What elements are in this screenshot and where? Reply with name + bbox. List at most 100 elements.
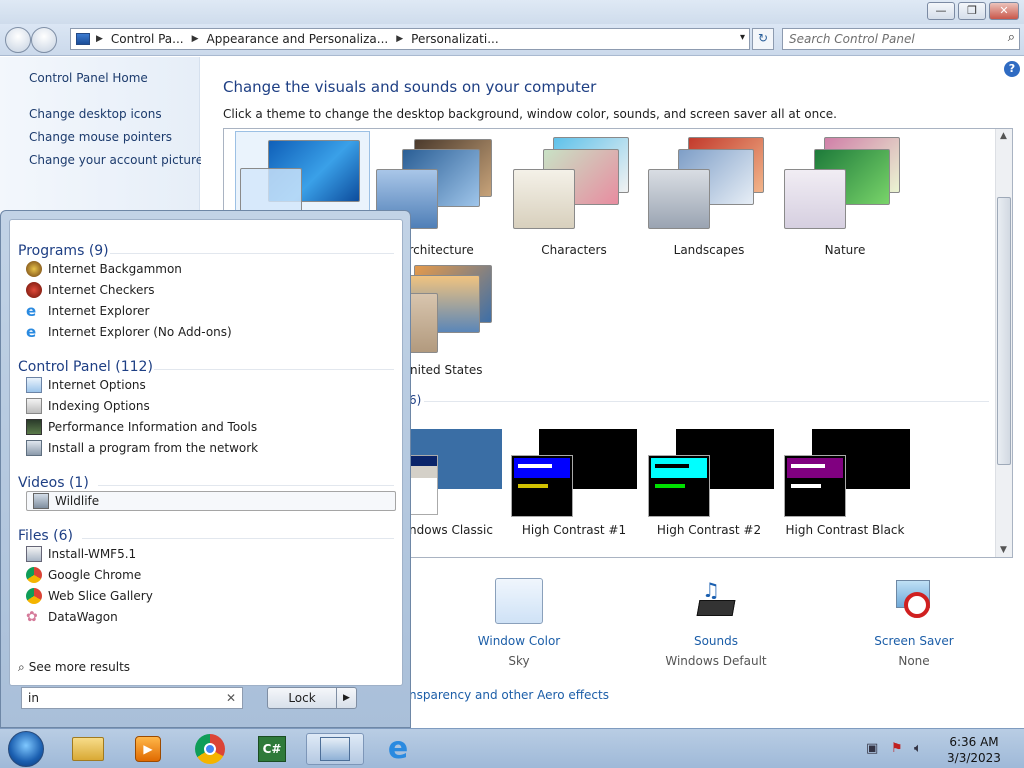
theme-windows-7[interactable] (235, 131, 370, 212)
breadcrumb-control-panel[interactable]: Control Pa... (105, 32, 190, 46)
breadcrumb-chevron-icon[interactable]: ▶ (394, 34, 405, 44)
result-install-wmf[interactable]: Install-WMF5.1 (26, 544, 396, 564)
text-swatch (518, 484, 548, 488)
result-wildlife[interactable]: Wildlife (26, 491, 396, 511)
installer-icon (26, 546, 42, 562)
close-button[interactable]: ✕ (989, 2, 1019, 20)
sounds-setting[interactable]: ♫ Sounds Windows Default (641, 578, 791, 668)
internet-explorer-icon: e (26, 323, 37, 341)
result-google-chrome[interactable]: Google Chrome (26, 565, 396, 585)
refresh-button[interactable]: ↻ (752, 28, 774, 50)
programs-header[interactable]: Programs (9) (18, 243, 109, 259)
theme-nature[interactable]: Nature (780, 135, 910, 263)
sounds-label[interactable]: Sounds (641, 634, 791, 648)
change-mouse-pointers-link[interactable]: Change mouse pointers (29, 130, 172, 144)
csharp-icon[interactable]: C# (248, 733, 296, 765)
clear-search-icon[interactable]: ✕ (226, 691, 236, 705)
theme-landscapes[interactable]: Landscapes (644, 135, 774, 263)
internet-explorer-icon[interactable]: e (374, 733, 422, 765)
action-center-flag-icon[interactable]: ⚑ (891, 741, 903, 756)
help-icon[interactable]: ? (1004, 61, 1020, 77)
control-panel-icon[interactable] (306, 733, 364, 765)
result-internet-explorer[interactable]: e Internet Explorer (26, 301, 396, 321)
theme-window-preview (784, 455, 846, 517)
section-divider (110, 253, 394, 254)
breadcrumb-chevron-icon[interactable]: ▶ (190, 34, 201, 44)
change-desktop-icons-link[interactable]: Change desktop icons (29, 107, 162, 121)
sounds-icon: ♫ (692, 578, 740, 624)
title-text-swatch (518, 464, 552, 468)
system-clock[interactable]: 6:36 AM 3/3/2023 (944, 734, 1004, 766)
see-more-results-link[interactable]: ⌕ See more results (18, 660, 130, 675)
control-panel-home-link[interactable]: Control Panel Home (29, 71, 148, 85)
power-options-arrow-icon[interactable]: ▶ (336, 688, 356, 708)
lock-button[interactable]: Lock ▶ (267, 687, 357, 709)
screen-saver-setting[interactable]: Screen Saver None (839, 578, 989, 668)
file-explorer-icon[interactable] (64, 733, 112, 765)
theme-high-contrast-black[interactable]: High Contrast Black (780, 427, 910, 555)
start-search-input[interactable]: in ✕ (21, 687, 243, 709)
internet-explorer-icon: e (26, 302, 37, 320)
result-internet-options[interactable]: Internet Options (26, 375, 396, 395)
forward-button[interactable] (31, 27, 57, 53)
window-color-label[interactable]: Window Color (444, 634, 594, 648)
scroll-down-icon[interactable]: ▼ (1000, 545, 1007, 555)
control-panel-header[interactable]: Control Panel (112) (18, 359, 153, 375)
videos-header[interactable]: Videos (1) (18, 475, 89, 491)
page-title: Change the visuals and sounds on your co… (223, 78, 597, 96)
maximize-button[interactable]: ❐ (958, 2, 986, 20)
result-install-program-network[interactable]: Install a program from the network (26, 438, 396, 458)
result-internet-checkers[interactable]: Internet Checkers (26, 280, 396, 300)
files-header[interactable]: Files (6) (18, 528, 73, 544)
result-datawagon[interactable]: ✿ DataWagon (26, 607, 396, 627)
scroll-thumb[interactable] (997, 197, 1011, 465)
result-label: Install a program from the network (48, 441, 259, 455)
back-button[interactable] (5, 27, 31, 53)
chrome-icon[interactable] (186, 733, 234, 765)
network-icon[interactable]: ▣ (866, 741, 878, 756)
result-label: Internet Backgammon (48, 262, 182, 276)
address-bar[interactable]: ▶ Control Pa... ▶ Appearance and Persona… (70, 28, 750, 50)
start-button[interactable] (8, 731, 44, 767)
scroll-up-icon[interactable]: ▲ (1000, 131, 1007, 141)
taskbar: ▶ C# e ▣ ⚑ 🔈︎ 6:36 AM 3/3/2023 (0, 728, 1024, 768)
title-text-swatch (791, 464, 825, 468)
change-account-picture-link[interactable]: Change your account picture (29, 153, 203, 167)
screen-saver-label[interactable]: Screen Saver (839, 634, 989, 648)
search-results-pane: Programs (9) Internet Backgammon Interne… (9, 219, 403, 686)
search-icon[interactable]: ⌕ (1008, 30, 1015, 45)
clock-date: 3/3/2023 (947, 751, 1001, 765)
breadcrumb-chevron-icon[interactable]: ▶ (94, 34, 105, 44)
result-internet-backgammon[interactable]: Internet Backgammon (26, 259, 396, 279)
window-color-setting[interactable]: Window Color Sky (444, 578, 594, 668)
lock-label[interactable]: Lock (268, 688, 336, 708)
result-label: Web Slice Gallery (48, 589, 153, 603)
result-label: Install-WMF5.1 (48, 547, 137, 561)
address-dropdown-icon[interactable]: ▾ (740, 32, 745, 43)
window-color-icon (495, 578, 543, 624)
result-indexing-options[interactable]: Indexing Options (26, 396, 396, 416)
section-divider (98, 485, 394, 486)
screen-saver-icon (890, 578, 938, 624)
theme-window-preview (513, 169, 575, 229)
video-file-icon (33, 493, 49, 509)
theme-window-preview (648, 455, 710, 517)
theme-list-scrollbar[interactable]: ▲ ▼ (995, 129, 1012, 557)
minimize-button[interactable]: — (927, 2, 955, 20)
theme-high-contrast-1[interactable]: High Contrast #1 (509, 427, 639, 555)
theme-characters[interactable]: Characters (509, 135, 639, 263)
media-player-icon[interactable]: ▶ (124, 733, 172, 765)
title-bar: — ❐ ✕ (0, 0, 1024, 24)
search-input[interactable]: Search Control Panel ⌕ (782, 28, 1020, 50)
theme-high-contrast-2[interactable]: High Contrast #2 (644, 427, 774, 555)
aero-effects-link[interactable]: nsparency and other Aero effects (409, 688, 609, 702)
result-performance-information[interactable]: Performance Information and Tools (26, 417, 396, 437)
breadcrumb-appearance[interactable]: Appearance and Personaliza... (201, 32, 395, 46)
breadcrumb-personalization[interactable]: Personalizati... (405, 32, 504, 46)
search-icon: ⌕ (18, 660, 25, 674)
theme-label: High Contrast Black (785, 523, 905, 537)
install-program-icon (26, 440, 42, 456)
volume-icon[interactable]: 🔈︎ (914, 741, 922, 756)
result-internet-explorer-no-addons[interactable]: e Internet Explorer (No Add-ons) (26, 322, 396, 342)
result-web-slice-gallery[interactable]: Web Slice Gallery (26, 586, 396, 606)
